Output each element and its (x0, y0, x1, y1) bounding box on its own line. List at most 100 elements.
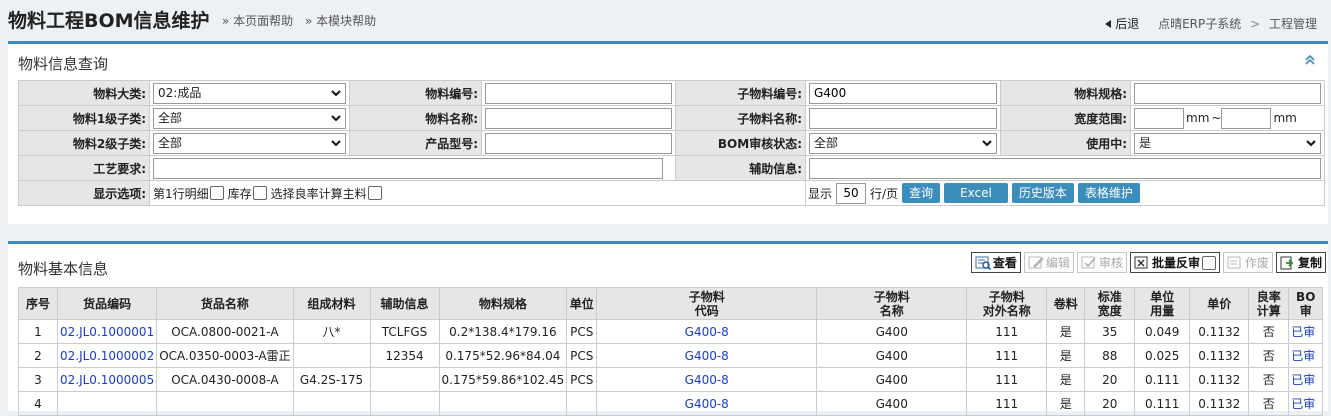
spec-input[interactable] (1134, 82, 1321, 104)
table-row[interactable]: 2 02.JL0.1000002 OCA.0350-0003-A雷正 12354 0.1… (18, 343, 1324, 368)
column-header-aux[interactable]: 辅助信息 (369, 287, 440, 320)
cell-text: G400 (875, 372, 908, 387)
audit-button[interactable]: 审核 (1076, 252, 1127, 273)
aux-info-input[interactable] (809, 157, 1321, 179)
cell-child-code[interactable]: G400-8 (596, 391, 818, 416)
column-header-unit-usage[interactable]: 单位 用量 (1134, 287, 1191, 320)
table-maintenance-button[interactable]: 表格维护 (1077, 183, 1140, 203)
cell-child-ext-name: 111 (966, 343, 1048, 368)
cell-code[interactable] (56, 391, 158, 416)
cell-text[interactable]: G400-8 (685, 325, 729, 339)
stock-checkbox[interactable] (252, 186, 267, 200)
column-header-seq[interactable]: 序号 (18, 287, 58, 320)
column-header-price[interactable]: 单价 (1189, 287, 1250, 320)
column-header-child-code[interactable]: 子物料 代码 (596, 287, 818, 320)
cell-text[interactable]: 02.JL0.1000002 (60, 349, 154, 363)
cell-text[interactable]: 已审 (1291, 349, 1315, 363)
history-version-button[interactable]: 历史版本 (1011, 183, 1074, 203)
edit-button[interactable]: 编辑 (1023, 252, 1074, 273)
cell-code[interactable]: 02.JL0.1000005 (56, 367, 158, 392)
cell-text[interactable]: G400-8 (685, 397, 729, 411)
bom-status-select[interactable]: 全部 (809, 132, 997, 154)
cell-roll: 是 (1046, 367, 1086, 392)
copy-label: 复制 (1297, 256, 1322, 270)
cell-text[interactable]: 已审 (1291, 325, 1315, 339)
cell-material: 八* (292, 319, 371, 344)
cell-aux: 12354 (369, 343, 440, 368)
cell-yield-calc: 否 (1248, 319, 1290, 344)
cell-bom-audit[interactable]: 已审 (1288, 319, 1324, 344)
cell-bom-audit[interactable]: 已审 (1288, 367, 1324, 392)
child-no-input[interactable] (809, 82, 997, 104)
cell-text[interactable]: 02.JL0.1000005 (60, 373, 154, 387)
column-header-yield-calc[interactable]: 良率 计算 (1248, 287, 1290, 320)
cell-code[interactable]: 02.JL0.1000001 (56, 319, 158, 344)
breadcrumb: 后退 点晴ERP子系统 > 工程管理 (1105, 15, 1317, 32)
width-from-input[interactable] (1134, 107, 1184, 129)
query-button[interactable]: 查询 (902, 183, 941, 203)
void-button[interactable]: 作废 (1222, 252, 1273, 273)
rows-per-page-input[interactable] (836, 182, 867, 204)
cell-bom-audit[interactable]: 已审 (1288, 391, 1324, 416)
batch-unaudit-button[interactable]: 批量反审 (1129, 252, 1220, 273)
process-req-input[interactable] (153, 157, 663, 179)
category-select[interactable]: 02:成品 (153, 82, 346, 104)
cell-child-code[interactable]: G400-8 (596, 367, 818, 392)
column-header-spec[interactable]: 物料规格 (438, 287, 568, 320)
breadcrumb-engineering[interactable]: 工程管理 (1269, 17, 1317, 31)
column-header-name[interactable]: 货品名称 (156, 287, 294, 320)
table-row[interactable]: 1 02.JL0.1000001 OCA.0800-0021-A 八* TCLFGS 0.… (18, 319, 1324, 344)
batch-unaudit-checkbox[interactable] (1201, 255, 1216, 270)
column-header-std-width[interactable]: 标准 宽度 (1084, 287, 1136, 320)
table-row[interactable]: 4 G400-8 G400 111 是 20 0.111 0.1132 否 已审 (18, 391, 1324, 416)
column-header-code[interactable]: 货品编码 (56, 287, 158, 320)
cell-text[interactable]: G400-8 (685, 349, 729, 363)
material-no-input[interactable] (485, 82, 672, 104)
column-header-child-name[interactable]: 子物料 名称 (816, 287, 968, 320)
cell-aux (369, 367, 440, 392)
column-header-material[interactable]: 组成材料 (292, 287, 371, 320)
cell-text[interactable]: 02.JL0.1000001 (60, 325, 154, 339)
name-input[interactable] (485, 107, 672, 129)
column-header-child-ext-name[interactable]: 子物料 对外名称 (966, 287, 1048, 320)
cell-text: OCA.0350-0003-A雷正 (159, 349, 291, 363)
cell-text[interactable]: 已审 (1291, 397, 1315, 411)
child-name-input[interactable] (809, 107, 997, 129)
table-row[interactable]: 3 02.JL0.1000005 OCA.0430-0008-A G4.2S-175 0… (18, 367, 1324, 392)
page-help-link[interactable]: » 本页面帮助 (222, 14, 293, 28)
yield-main-checkbox[interactable] (367, 186, 382, 200)
breadcrumb-erp[interactable]: 点晴ERP子系统 (1158, 17, 1241, 31)
copy-button[interactable]: 复制 (1275, 252, 1326, 273)
child-no-label: 子物料编号: (675, 80, 806, 106)
view-button[interactable]: 查看 (970, 252, 1021, 273)
cell-text: 是 (1059, 349, 1072, 363)
width-to-input[interactable] (1221, 107, 1272, 129)
cell-bom-audit[interactable]: 已审 (1288, 343, 1324, 368)
first-row-detail-checkbox[interactable] (209, 186, 224, 200)
cell-text: PCS (570, 324, 594, 339)
cell-child-code[interactable]: G400-8 (596, 343, 818, 368)
cell-text: 1 (34, 324, 42, 339)
collapse-icon[interactable] (1304, 54, 1316, 66)
batch-unaudit-icon (1134, 256, 1148, 268)
cell-text: 111 (995, 396, 1019, 411)
column-header-text: 代码 (694, 303, 719, 318)
excel-button[interactable]: Excel (944, 183, 1008, 203)
cell-child-code[interactable]: G400-8 (596, 319, 818, 344)
back-button[interactable]: 后退 (1105, 17, 1143, 31)
cell-unit-usage: 0.049 (1134, 319, 1191, 344)
cell-text[interactable]: G400-8 (685, 373, 729, 387)
cell-text[interactable]: 已审 (1291, 373, 1315, 387)
column-header-unit[interactable]: 单位 (566, 287, 598, 320)
sub1-label: 物料1级子类: (18, 105, 150, 131)
cell-text: 0.111 (1145, 396, 1180, 411)
in-use-select[interactable]: 是 (1134, 132, 1321, 154)
cell-code[interactable]: 02.JL0.1000002 (56, 343, 158, 368)
sub2-select[interactable]: 全部 (153, 132, 346, 154)
column-header-roll[interactable]: 卷料 (1046, 287, 1086, 320)
column-header-bom-audit[interactable]: BO 审 (1288, 287, 1324, 320)
module-help-link[interactable]: » 本模块帮助 (305, 14, 376, 28)
product-model-input[interactable] (485, 132, 672, 154)
sub1-select[interactable]: 全部 (153, 107, 346, 129)
cell-spec: 0.175*59.86*102.45 (438, 367, 568, 392)
